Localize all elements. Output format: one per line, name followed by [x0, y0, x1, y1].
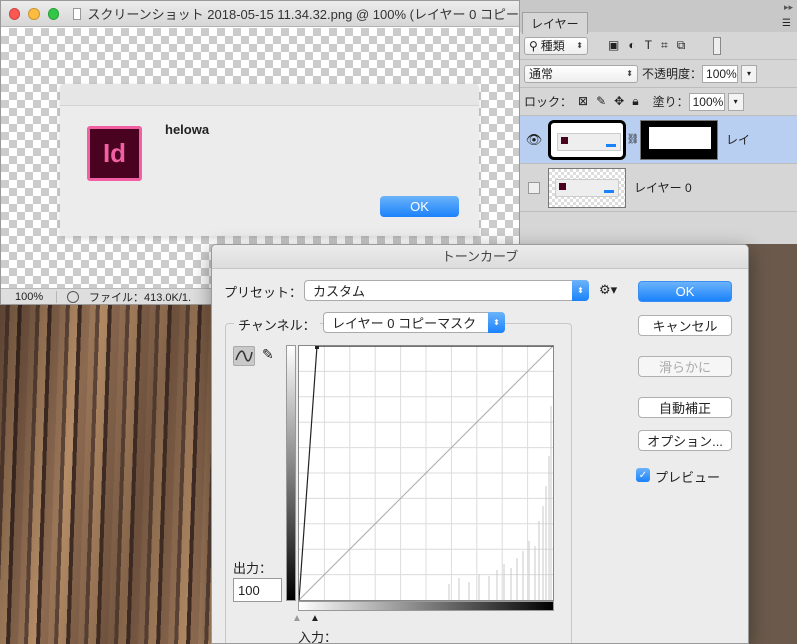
- filter-icons: ▣ ◐ T ⌗ ⧉: [608, 38, 685, 53]
- output-gradient-bar: [286, 345, 296, 601]
- options-button[interactable]: オプション...: [638, 430, 732, 451]
- curve-point-tool-icon[interactable]: [233, 346, 255, 366]
- alert-dialog-image: Id helowa OK: [60, 84, 479, 236]
- zoom-window-button[interactable]: [47, 7, 59, 20]
- channel-value: レイヤー 0 コピーマスク: [332, 316, 477, 331]
- preview-titlebar[interactable]: スクリーンショット 2018-05-15 11.34.32.png @ 100%…: [1, 1, 519, 27]
- indesign-app-icon: Id: [87, 126, 142, 181]
- collapse-panel-icon[interactable]: ▸▸: [784, 2, 793, 13]
- fill-label: 塗り：: [652, 95, 689, 109]
- adjustment-filter-icon[interactable]: ◐: [628, 38, 635, 53]
- channel-label: チャンネル：: [234, 315, 320, 334]
- mask-link-icon[interactable]: ⛓︎: [626, 134, 640, 145]
- search-icon: ⚲: [529, 38, 538, 53]
- curves-dialog: トーンカーブ プリセット： カスタム ⬍ ⚙▾ チャンネル： レイヤー 0 コピ…: [211, 244, 749, 644]
- white-point-slider-icon[interactable]: ▲: [292, 613, 302, 624]
- alert-titlebar: [60, 84, 479, 106]
- opacity-field[interactable]: 100%: [702, 64, 739, 83]
- select-arrows-icon: ⬍: [626, 69, 633, 78]
- smart-object-filter-icon[interactable]: ⧉: [677, 38, 686, 53]
- alert-message: helowa: [165, 122, 210, 137]
- select-arrows-icon: ⬍: [572, 280, 589, 301]
- panel-menu-icon[interactable]: ☰: [782, 18, 791, 29]
- blend-row: 通常 ⬍ 不透明度： 100% ▾: [520, 60, 797, 88]
- lock-row: ロック： ⊠ ✎ ✥ 🔒︎ 塗り： 100% ▾: [520, 88, 797, 116]
- opacity-dropdown-icon[interactable]: ▾: [741, 64, 758, 83]
- fill-field[interactable]: 100%: [688, 92, 725, 111]
- filter-toggle-icon[interactable]: [713, 36, 722, 55]
- shape-filter-icon[interactable]: ⌗: [661, 38, 668, 53]
- curves-graph[interactable]: [298, 345, 554, 601]
- channel-select[interactable]: レイヤー 0 コピーマスク ⬍: [323, 312, 505, 333]
- preset-label: プリセット：: [224, 285, 303, 300]
- lock-icons: ⊠ ✎ ✥ 🔒︎: [578, 94, 639, 109]
- blend-mode-select[interactable]: 通常 ⬍: [524, 64, 638, 83]
- layer-thumbnail: [548, 167, 626, 208]
- filter-kind-value: 種類: [540, 39, 565, 53]
- preview-checkbox[interactable]: ✓: [636, 468, 650, 482]
- lock-position-icon[interactable]: ✥: [614, 94, 624, 109]
- input-label: 入力：: [298, 630, 338, 644]
- visibility-toggle[interactable]: [528, 181, 540, 194]
- black-point-slider-icon[interactable]: ▲: [310, 613, 320, 624]
- tab-layers[interactable]: レイヤー: [522, 12, 588, 34]
- cancel-button[interactable]: キャンセル: [638, 315, 732, 336]
- file-info: ファイル：413.0K/1.: [89, 291, 192, 304]
- preset-value: カスタム: [313, 284, 366, 299]
- layers-tab-row: ▸▸ レイヤー ☰: [520, 0, 797, 34]
- zoom-level[interactable]: 100%: [1, 290, 57, 303]
- dialog-title[interactable]: トーンカーブ: [212, 245, 748, 269]
- output-field[interactable]: 100: [233, 578, 282, 602]
- filter-row: ⚲ 種類 ⬍ ▣ ◐ T ⌗ ⧉: [520, 32, 797, 60]
- filter-kind-select[interactable]: ⚲ 種類 ⬍: [524, 36, 588, 55]
- smooth-button[interactable]: 滑らかに: [638, 356, 732, 377]
- type-filter-icon[interactable]: T: [645, 38, 652, 53]
- lock-paint-icon[interactable]: ✎: [596, 94, 606, 109]
- layer-name[interactable]: レイ: [726, 131, 750, 148]
- pencil-tool-icon[interactable]: ✎: [262, 346, 274, 363]
- auto-button[interactable]: 自動補正: [638, 397, 732, 418]
- select-arrows-icon: ⬍: [576, 41, 583, 50]
- opacity-label: 不透明度：: [642, 67, 703, 81]
- layer-row-0[interactable]: レイヤー 0: [520, 164, 797, 212]
- layer-row-copy[interactable]: 👁︎ ⛓︎ レイ: [520, 116, 797, 164]
- layer-name[interactable]: レイヤー 0: [634, 179, 692, 196]
- preset-select[interactable]: カスタム ⬍: [304, 280, 589, 301]
- pixel-filter-icon[interactable]: ▣: [608, 38, 619, 53]
- lock-all-icon[interactable]: 🔒︎: [632, 94, 638, 109]
- fill-dropdown-icon[interactable]: ▾: [727, 92, 744, 111]
- preset-options-gear-icon[interactable]: ⚙▾: [599, 282, 617, 298]
- document-icon: [72, 7, 82, 20]
- preview-label: プレビュー: [655, 470, 721, 485]
- alert-ok-button[interactable]: OK: [380, 196, 459, 217]
- visibility-eye-icon[interactable]: 👁︎: [520, 132, 548, 148]
- select-arrows-icon: ⬍: [488, 312, 505, 333]
- window-title: スクリーンショット 2018-05-15 11.34.32.png @ 100%…: [87, 7, 520, 22]
- lock-transparency-icon[interactable]: ⊠: [578, 94, 588, 109]
- blend-mode-value: 通常: [529, 67, 554, 81]
- curve-point: [315, 345, 319, 349]
- output-label: 出力：: [233, 561, 273, 576]
- layers-panel: ▸▸ レイヤー ☰ ⚲ 種類 ⬍ ▣ ◐ T ⌗ ⧉ 通常 ⬍ 不透明度： 10…: [519, 0, 797, 244]
- input-gradient-bar: [298, 601, 554, 611]
- layer-thumbnail: [548, 119, 626, 160]
- ok-button[interactable]: OK: [638, 281, 732, 302]
- minimize-window-button[interactable]: [28, 7, 40, 20]
- status-info-icon[interactable]: [67, 290, 79, 303]
- close-window-button[interactable]: [9, 7, 21, 20]
- lock-label: ロック：: [524, 95, 573, 109]
- layer-mask-thumbnail[interactable]: [640, 119, 718, 160]
